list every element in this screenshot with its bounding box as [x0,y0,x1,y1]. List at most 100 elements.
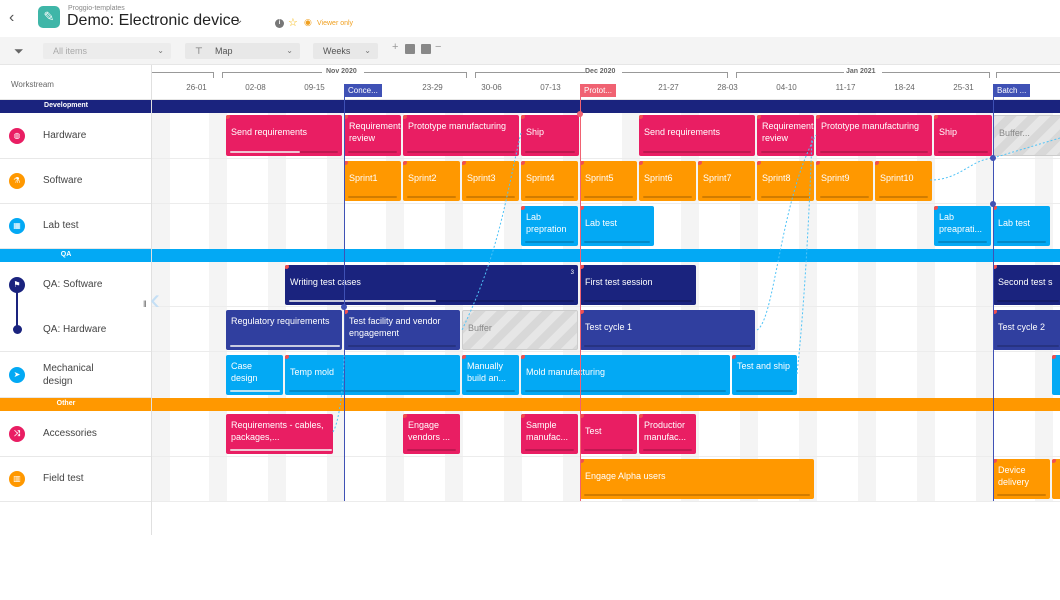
task-test-cycle-2[interactable]: Test cycle 2 [993,310,1060,350]
task-prototype-manufacturing[interactable]: Prototype manufacturing [403,115,519,156]
lane-label: Software [43,175,83,186]
milestone-concept[interactable]: Conce... [344,84,382,97]
resize-handle-icon[interactable]: ‖ [143,299,147,309]
task-sample-manufac[interactable]: Sample manufac... [521,414,578,454]
star-icon[interactable]: ☆ [288,16,298,29]
task-lab-test[interactable]: Lab test [580,206,654,246]
task-buffer-qa[interactable]: Buffer [462,310,578,350]
zoom-out-button[interactable]: − [435,41,441,53]
task-prototype-manufacturing-2[interactable]: Prototype manufacturing [816,115,932,156]
task-lab-preaprati[interactable]: Lab preaprati... [934,206,991,246]
task-field-next[interactable] [1052,459,1060,499]
week-label: 11-17 [835,83,856,92]
task-label: First test session [585,277,653,287]
week-label: 04-10 [776,83,797,92]
zoom-in-button[interactable]: + [392,41,398,53]
shuffle-icon: ⤨ [9,426,25,442]
task-writing-test-cases[interactable]: Writing test cases 3 [285,265,578,305]
task-requirements-review[interactable]: Requirements review [344,115,401,156]
chevron-down-icon[interactable]: ⌄ [235,15,243,26]
month-bracket [364,72,467,78]
task-second-test-session[interactable]: Second test s [993,265,1060,305]
lane-hardware[interactable]: ◍ Hardware [0,113,152,159]
toolbar: ⏷ All items ⌄ ⊤ Map ⌄ Weeks ⌄ [0,37,1060,65]
calendar-range-icon[interactable] [421,44,431,54]
task-label: Sprint8 [762,173,791,183]
task-sprint3[interactable]: Sprint3 [462,161,519,201]
task-test-cycle-1[interactable]: Test cycle 1 [580,310,755,350]
task-label: Temp mold [290,367,335,377]
lane-software[interactable]: ⚗ Software [0,159,152,204]
task-label: Sprint4 [526,173,555,183]
view-select[interactable]: ⊤ Map ⌄ [185,43,300,59]
info-icon[interactable]: i [275,19,284,28]
items-select-value: All items [53,46,88,56]
lane-lab-test[interactable]: ▦ Lab test [0,204,152,249]
task-sprint6[interactable]: Sprint6 [639,161,696,201]
group-label: Development [44,102,88,109]
task-first-test-session[interactable]: First test session [580,265,696,305]
back-chevron-icon[interactable]: ‹ [9,9,14,27]
task-label: Regulatory requirements [231,316,330,326]
task-test[interactable]: Test [580,414,637,454]
lane-mechanical-design[interactable]: ➤ Mechanical design [0,352,152,398]
task-label: Device delivery [998,465,1030,487]
task-engage-vendors[interactable]: Engage vendors ... [403,414,460,454]
task-ship[interactable]: Ship [521,115,579,156]
scale-select[interactable]: Weeks ⌄ [313,43,378,59]
task-engage-alpha-users[interactable]: Engage Alpha users [580,459,814,499]
task-send-requirements-2[interactable]: Send requirements [639,115,755,156]
task-mold-manufacturing[interactable]: Mold manufacturing [521,355,730,395]
items-select[interactable]: All items ⌄ [43,43,171,59]
group-label: Other [56,400,76,407]
lane-accessories[interactable]: ⤨ Accessories [0,411,152,457]
task-label: Send requirements [231,127,308,137]
viewer-only-label: Viewer only [317,20,354,27]
task-mechanical-next[interactable] [1052,355,1060,395]
task-label: Ship [939,127,958,137]
lane-label: QA: Software [43,279,103,290]
task-temp-mold[interactable]: Temp mold [285,355,460,395]
task-send-requirements[interactable]: Send requirements [226,115,342,156]
task-case-design[interactable]: Case design [226,355,283,395]
task-sprint5[interactable]: Sprint5 [580,161,637,201]
task-requirements-cables[interactable]: Requirements - cables, packages,... [226,414,333,454]
task-regulatory-requirements[interactable]: Regulatory requirements [226,310,342,350]
collapse-panel-arrow-icon[interactable]: ‹ [150,285,160,315]
group-other[interactable]: Other [0,398,1060,411]
task-production-manufac[interactable]: Productior manufac... [639,414,696,454]
task-label: Prototype manufacturing [821,121,920,131]
task-test-and-ship[interactable]: Test and ship [732,355,797,395]
task-sprint9[interactable]: Sprint9 [816,161,873,201]
task-lab-test-2[interactable]: Lab test [993,206,1050,246]
count-badge: 3 [570,270,574,276]
task-lab-prepration[interactable]: Lab prepration [521,206,578,246]
task-label: Sample manufac... [526,420,569,442]
task-requirements-review-2[interactable]: Requirements review [757,115,814,156]
lane-qa[interactable]: ⚑ QA: Software QA: Hardware [0,262,152,352]
page-title[interactable]: Demo: Electronic device [67,12,240,30]
group-qa[interactable]: QA [0,249,1060,262]
task-sprint1[interactable]: Sprint1 [344,161,401,201]
task-buffer[interactable]: Buffer... [993,115,1060,156]
task-label: Send requirements [644,127,721,137]
calendar-today-icon[interactable] [405,44,415,54]
task-sprint10[interactable]: Sprint10 [875,161,932,201]
milestone-batch[interactable]: Batch ... [993,84,1031,97]
task-sprint8[interactable]: Sprint8 [757,161,814,201]
task-sprint2[interactable]: Sprint2 [403,161,460,201]
milestone-prototype[interactable]: Protot... [580,84,617,97]
task-ship-2[interactable]: Ship [934,115,992,156]
breadcrumb[interactable]: Proggio-templates [68,5,125,12]
task-manually-build[interactable]: Manually build an... [462,355,519,395]
filter-icon[interactable]: ⏷ [14,44,24,59]
task-device-delivery[interactable]: Device delivery [993,459,1050,499]
task-sprint7[interactable]: Sprint7 [698,161,755,201]
task-label: Test and ship [737,361,791,371]
group-development[interactable]: Development [0,100,1060,113]
lane-label: Hardware [43,130,87,141]
task-test-facility[interactable]: Test facility and vendor engagement [344,310,460,350]
task-sprint4[interactable]: Sprint4 [521,161,578,201]
task-label: Test cycle 2 [998,322,1046,332]
lane-field-test[interactable]: ▥ Field test [0,457,152,502]
